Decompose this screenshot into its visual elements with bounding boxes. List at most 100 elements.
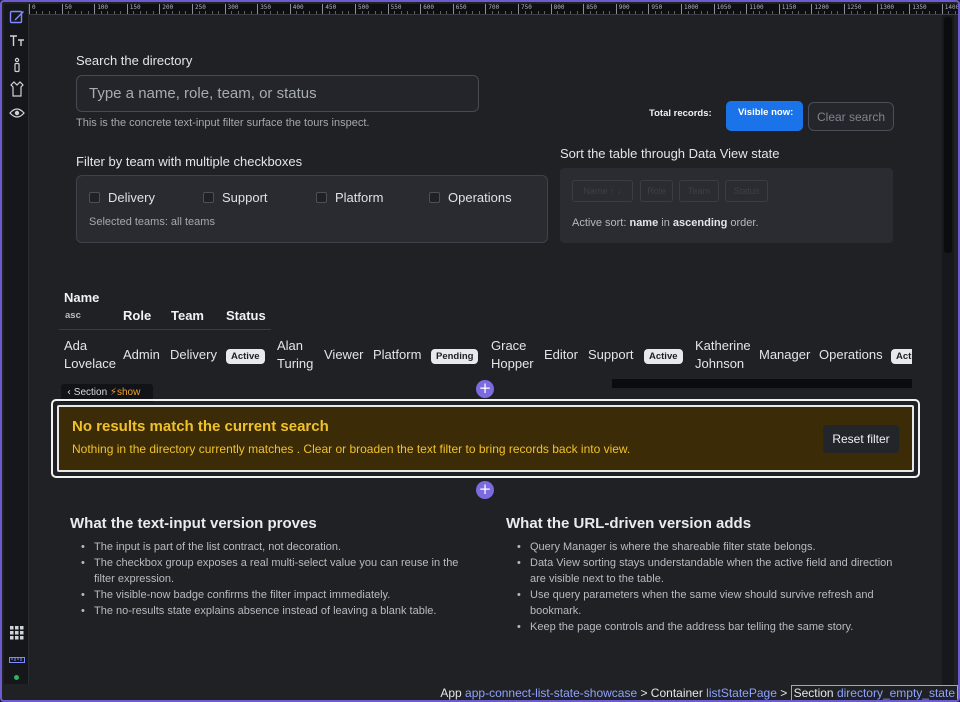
cell-role: Editor [544, 347, 578, 362]
ruler-minor-tick [524, 11, 526, 14]
app-frame: 0 50 100 150 200 250 300 350 400 450 500 550 600 650 7… [0, 0, 960, 702]
checkbox-label: Support [222, 190, 268, 205]
eye-icon[interactable] [8, 104, 26, 122]
total-records-label: Total records: [649, 108, 712, 119]
checkbox-box[interactable] [89, 192, 100, 203]
visible-now-badge: Visible now: [726, 101, 803, 131]
search-hint: This is the concrete text-input filter s… [76, 117, 370, 129]
sort-name-button[interactable]: Name ↑ ↓ [572, 180, 633, 202]
checkbox-delivery[interactable]: Delivery [89, 190, 155, 205]
column-header-team[interactable]: Team [171, 308, 204, 323]
team-filter-label: Filter by team with multiple checkboxes [76, 154, 303, 169]
ruler-minor-tick [667, 11, 669, 14]
ruler-minor-tick [446, 11, 448, 14]
ruler-minor-tick [81, 11, 83, 14]
column-header-status[interactable]: Status [226, 308, 266, 323]
status-badge: Pending [431, 349, 479, 364]
ruler-tick-label: 1150 [778, 4, 796, 14]
ruler-minor-tick [707, 11, 709, 14]
ruler-minor-tick [576, 11, 578, 14]
add-section-above-button[interactable]: + [476, 380, 494, 398]
ruler-minor-tick [100, 11, 102, 14]
search-input[interactable] [76, 75, 479, 112]
add-section-below-button[interactable]: + [476, 481, 494, 499]
list-item: The no-results state explains absence in… [70, 603, 470, 619]
sort-direction-hint: asc [65, 310, 81, 321]
breadcrumb-app-link[interactable]: app-connect-list-state-showcase [465, 686, 637, 700]
sort-status-button[interactable]: Status [725, 180, 768, 202]
checkbox-box[interactable] [429, 192, 440, 203]
sort-team-button[interactable]: Team [679, 180, 719, 202]
ruler-minor-tick [726, 11, 728, 14]
ruler-minor-tick [804, 11, 806, 14]
text-style-icon[interactable] [8, 32, 26, 50]
ruler-minor-tick [309, 11, 311, 14]
breadcrumb-app-label: App [440, 686, 466, 700]
ruler-minor-tick [687, 11, 689, 14]
ruler-minor-tick [850, 11, 852, 14]
explainer-left-list: The input is part of the list contract, … [70, 539, 470, 619]
edit-icon[interactable] [8, 8, 26, 26]
breadcrumb-container-link[interactable]: listStatePage [706, 686, 777, 700]
ruler-minor-tick [498, 11, 500, 14]
clear-search-button[interactable]: Clear search [808, 102, 894, 131]
checkbox-label: Platform [335, 190, 384, 205]
ruler-minor-tick [237, 11, 239, 14]
ruler-minor-tick [791, 11, 793, 14]
column-header-role[interactable]: Role [123, 308, 151, 323]
search-label: Search the directory [76, 53, 193, 68]
ruler-minor-tick [113, 11, 115, 14]
ruler-minor-tick [244, 11, 246, 14]
team-filter-group: Delivery Support Platform Operations Sel… [76, 175, 548, 243]
ruler-minor-tick [218, 11, 220, 14]
section-tag-action[interactable]: show [117, 387, 140, 398]
column-header-name[interactable]: Name [64, 290, 99, 305]
explainer-right-list: Query Manager is where the shareable fil… [506, 539, 926, 635]
shirt-icon[interactable] [8, 80, 26, 98]
ruler-icon[interactable] [8, 651, 26, 669]
ruler-minor-tick [231, 11, 233, 14]
info-icon[interactable] [8, 56, 26, 74]
ruler-minor-tick [42, 11, 44, 14]
ruler-minor-tick [74, 11, 76, 14]
checkbox-box[interactable] [316, 192, 327, 203]
ruler-minor-tick [205, 11, 207, 14]
ruler-tick-label: 1400 [941, 4, 958, 14]
active-sort-text: Active sort: name in ascending order. [572, 217, 759, 229]
scrollbar-thumb[interactable] [944, 17, 952, 253]
checkbox-support[interactable]: Support [203, 190, 268, 205]
checkbox-operations[interactable]: Operations [429, 190, 512, 205]
ruler-minor-tick [178, 11, 180, 14]
cell-role: Manager [759, 347, 811, 362]
breadcrumb-current-section[interactable]: Section directory_empty_state [790, 685, 958, 700]
list-item: Keep the page controls and the address b… [506, 619, 926, 635]
ruler-minor-tick [830, 11, 832, 14]
ruler-minor-tick [870, 11, 872, 14]
ruler-minor-tick [172, 11, 174, 14]
ruler-minor-tick [504, 11, 506, 14]
ruler-minor-tick [922, 11, 924, 14]
grid-apps-icon[interactable] [8, 624, 26, 642]
vertical-scrollbar[interactable] [942, 15, 954, 685]
sort-panel: Name ↑ ↓ Role Team Status Active sort: n… [560, 168, 893, 243]
ruler-minor-tick [557, 11, 559, 14]
checkbox-platform[interactable]: Platform [316, 190, 383, 205]
ruler-minor-tick [654, 11, 656, 14]
checkbox-box[interactable] [203, 192, 214, 203]
sort-role-button[interactable]: Role [640, 180, 673, 202]
ruler-minor-tick [609, 11, 611, 14]
ruler-minor-tick [139, 11, 141, 14]
ruler-minor-tick [700, 11, 702, 14]
ruler-minor-tick [433, 11, 435, 14]
top-ruler: 0 50 100 150 200 250 300 350 400 450 500 550 600 650 7… [29, 4, 958, 15]
canvas: Search the directory This is the concret… [29, 15, 942, 685]
cell-team: Support [588, 347, 634, 362]
list-item: Data View sorting stays understandable w… [506, 555, 926, 571]
ruler-minor-tick [863, 11, 865, 14]
ruler-minor-tick [400, 11, 402, 14]
ruler-tick-label: 1350 [909, 4, 927, 14]
status-badge: Active [226, 349, 265, 364]
explainer-right-title: What the URL-driven version adds [506, 515, 752, 532]
reset-filter-button[interactable]: Reset filter [823, 425, 899, 453]
ruler-minor-tick [133, 11, 135, 14]
